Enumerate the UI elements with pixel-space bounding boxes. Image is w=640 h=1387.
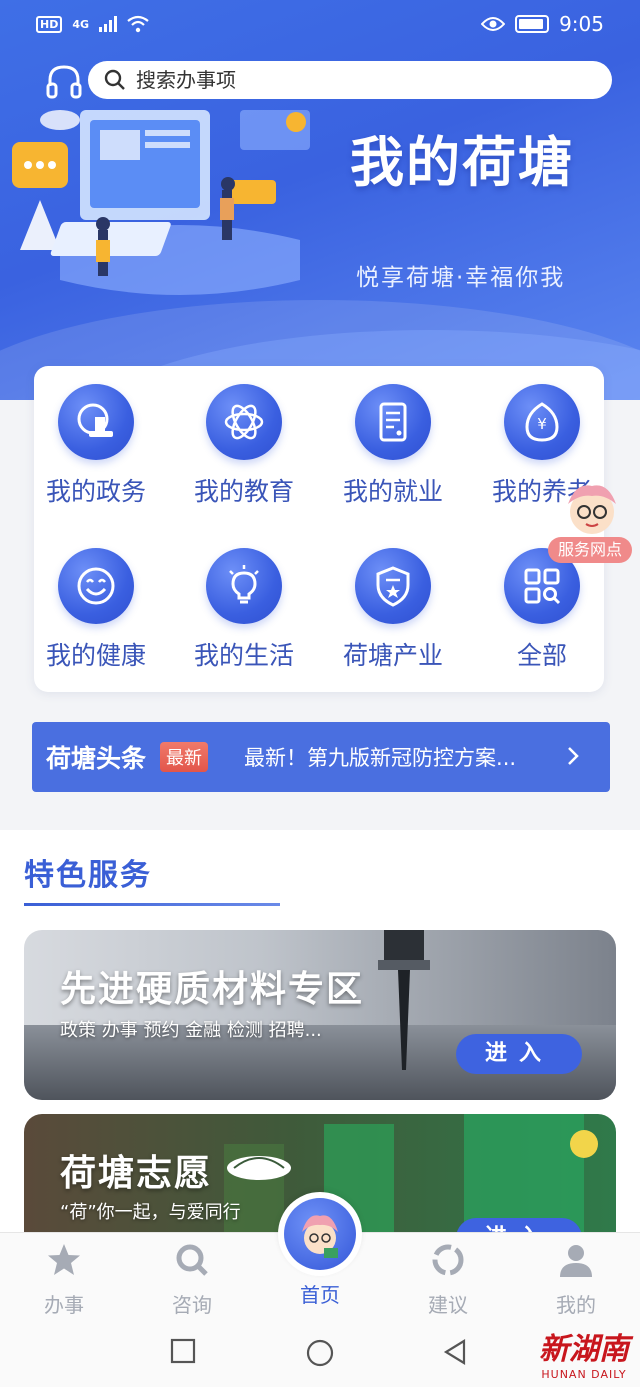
home-mascot-icon (302, 1215, 338, 1258)
eye-icon (481, 17, 506, 31)
news-headline[interactable]: 最新！第九版新冠防控方案... (244, 742, 564, 772)
search-icon (176, 1244, 208, 1276)
news-title: 荷塘头条 (46, 744, 147, 773)
service-label: 我的政务 (45, 477, 146, 506)
recent-apps-icon[interactable] (170, 1338, 196, 1364)
hd-badge: HD (36, 15, 63, 33)
tab-label: 首页 (300, 1283, 340, 1307)
section-underline (24, 903, 280, 906)
home-circle-icon[interactable] (305, 1338, 335, 1368)
service-label: 我的生活 (193, 641, 294, 670)
tab-label: 咨询 (172, 1293, 212, 1317)
status-time: 9:05 (559, 12, 604, 36)
tab-label: 办事 (44, 1293, 84, 1317)
watermark-logo: 新湖南 HUNAN DAILY (532, 1324, 636, 1381)
home-center-button[interactable] (278, 1192, 362, 1276)
stamp-icon (77, 403, 113, 437)
ring-icon (432, 1244, 464, 1276)
watermark-main: 新湖南 (539, 1332, 629, 1367)
service-health[interactable]: 我的健康 (22, 548, 170, 672)
svg-text:¥: ¥ (537, 415, 547, 433)
network-label: 4G (72, 17, 90, 31)
service-label: 全部 (516, 641, 567, 670)
news-ticker[interactable]: 荷塘头条 最新 最新！第九版新冠防控方案... (32, 722, 610, 792)
section-title: 特色服务 (24, 858, 152, 893)
service-education[interactable]: 我的教育 (170, 384, 318, 508)
tab-consult[interactable]: 咨询 (147, 1241, 237, 1318)
service-outlet-tag[interactable]: 服务网点 (548, 537, 632, 563)
star-icon (48, 1244, 80, 1275)
banner-title: 先进硬质材料专区 (60, 969, 365, 1010)
hero-illustration (12, 110, 310, 295)
news-badge: 最新 (160, 742, 209, 772)
tab-label: 建议 (428, 1293, 468, 1317)
banner-subtitle: 政策 办事 预约 金融 检测 招聘... (60, 1020, 322, 1041)
service-industry[interactable]: 荷塘产业 (319, 548, 467, 672)
service-label: 我的教育 (193, 477, 294, 506)
enter-button[interactable]: 进入 (456, 1034, 582, 1074)
battery-icon (515, 15, 550, 33)
search-icon (104, 69, 125, 90)
banner-title: 荷塘志愿 (60, 1153, 213, 1194)
service-life[interactable]: 我的生活 (170, 548, 318, 672)
service-government[interactable]: 我的政务 (22, 384, 170, 508)
shield-star-icon (376, 566, 410, 607)
watermark-sub: HUNAN DAILY (541, 1368, 627, 1381)
banner-subtitle: “荷”你一起，与爱同行 (60, 1202, 241, 1223)
tab-suggest[interactable]: 建议 (403, 1241, 493, 1318)
yuan-egg-icon: ¥ (525, 402, 559, 442)
atom-icon (224, 404, 264, 440)
hero-title: 我的荷塘 (350, 131, 574, 194)
service-label: 我的就业 (342, 477, 443, 506)
drill-image (378, 930, 430, 1070)
service-label: 荷塘产业 (342, 641, 443, 670)
wifi-icon (127, 15, 149, 33)
grid-icon (524, 568, 561, 605)
search-bar[interactable] (88, 61, 612, 99)
headset-icon[interactable] (44, 62, 84, 102)
document-icon (379, 402, 407, 442)
service-label: 我的健康 (45, 641, 146, 670)
status-bar: HD 4G 9:05 (0, 0, 640, 48)
lightbulb-icon (229, 565, 259, 604)
lotus-logo-icon (227, 1156, 291, 1180)
search-input[interactable] (136, 68, 556, 92)
hero-subtitle: 悦享荷塘·幸福你我 (356, 265, 566, 291)
tab-mine[interactable]: 我的 (531, 1241, 621, 1318)
banner-hard-materials[interactable]: 先进硬质材料专区 政策 办事 预约 金融 检测 招聘... 进入 (24, 930, 616, 1100)
chevron-right-icon[interactable] (566, 742, 580, 770)
service-all[interactable]: 全部 (468, 548, 616, 672)
smile-icon (77, 567, 115, 605)
back-triangle-icon[interactable] (442, 1338, 468, 1366)
signal-icon (99, 16, 118, 32)
hero-banner (0, 0, 640, 400)
tab-home[interactable]: 首页 (275, 1273, 365, 1308)
service-employment[interactable]: 我的就业 (319, 384, 467, 508)
user-icon (560, 1245, 592, 1277)
tab-affairs[interactable]: 办事 (19, 1241, 109, 1318)
tab-label: 我的 (556, 1293, 596, 1317)
